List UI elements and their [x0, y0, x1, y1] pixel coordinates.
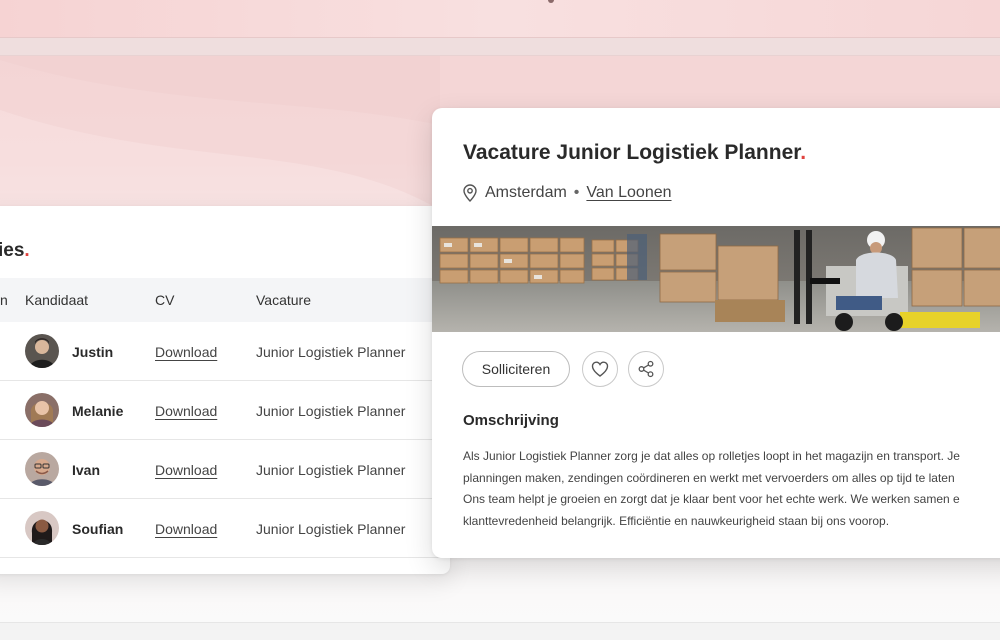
- vacancy-detail-card: Vacature Junior Logistiek Planner. Amste…: [432, 108, 1000, 558]
- column-header-vacancy: Vacature: [256, 292, 311, 308]
- apply-button[interactable]: Solliciteren: [462, 351, 570, 387]
- description-heading: Omschrijving: [463, 412, 559, 429]
- cv-download-link[interactable]: Download: [155, 521, 217, 537]
- heart-icon: [591, 361, 609, 377]
- candidate-name: Justin: [72, 344, 114, 360]
- column-header-cut: n: [0, 292, 8, 308]
- avatar: [25, 393, 59, 427]
- description-line: Als Junior Logistiek Planner zorg je dat…: [463, 449, 960, 463]
- location-text: Amsterdam: [485, 184, 567, 201]
- table-row[interactable]: Soufian Download Junior Logistiek Planne…: [0, 499, 450, 558]
- column-header-candidate: Kandidaat: [25, 292, 89, 308]
- table-row[interactable]: Ivan Download Junior Logistiek Planner: [0, 440, 450, 499]
- candidate-name: Melanie: [72, 403, 124, 419]
- cv-download-link[interactable]: Download: [155, 403, 217, 419]
- candidate-name: Ivan: [72, 462, 101, 478]
- description-line: planningen maken, zendingen coördineren …: [463, 470, 955, 485]
- candidates-table-card: ies. n Kandidaat CV Vacature Justin Down…: [0, 206, 450, 574]
- description-text: Als Junior Logistiek Planner zorg je dat…: [463, 446, 1000, 532]
- candidate-name: Soufian: [72, 521, 124, 537]
- vacancy-name: Junior Logistiek Planner: [256, 521, 406, 537]
- avatar: [25, 334, 59, 368]
- vacancy-name: Junior Logistiek Planner: [256, 344, 406, 360]
- table-header: n Kandidaat CV Vacature: [0, 278, 450, 322]
- favorite-button[interactable]: [582, 351, 618, 387]
- column-header-cv: CV: [155, 292, 175, 308]
- company-link[interactable]: Van Loonen: [586, 184, 671, 202]
- cv-download-link[interactable]: Download: [155, 344, 217, 360]
- browser-top-bar: [0, 0, 1000, 38]
- page-bottom-edge: [0, 622, 1000, 640]
- page-nav-strip: [0, 38, 1000, 56]
- share-button[interactable]: [628, 351, 664, 387]
- description-line: klanttevredenheid belangrijk. Efficiënti…: [463, 513, 890, 528]
- table-heading: ies.: [0, 240, 30, 261]
- cv-download-link[interactable]: Download: [155, 462, 217, 478]
- description-line: Ons team helpt je groeien en zorgt dat j…: [463, 492, 960, 506]
- meta-separator: •: [573, 184, 580, 201]
- avatar: [25, 511, 59, 545]
- vacancy-meta: Amsterdam • Van Loonen: [463, 184, 672, 202]
- vacancy-name: Junior Logistiek Planner: [256, 403, 406, 419]
- vacancy-name: Junior Logistiek Planner: [256, 462, 406, 478]
- location-pin-icon: [463, 184, 477, 202]
- warehouse-photo: [432, 226, 1000, 332]
- table-row[interactable]: Melanie Download Junior Logistiek Planne…: [0, 381, 450, 440]
- vacancy-title: Vacature Junior Logistiek Planner.: [463, 141, 807, 164]
- share-icon: [638, 360, 654, 378]
- table-row[interactable]: Justin Download Junior Logistiek Planner: [0, 322, 450, 381]
- avatar: [25, 452, 59, 486]
